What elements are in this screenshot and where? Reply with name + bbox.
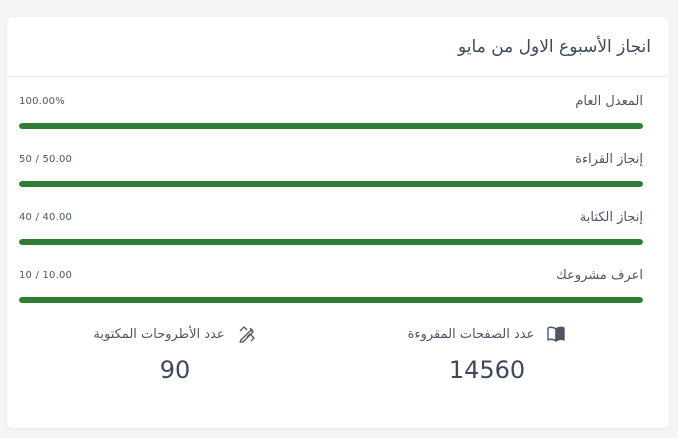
progress-bar	[19, 239, 643, 245]
metric-reading: 50 / 50.00 إنجاز القراءة	[19, 144, 643, 202]
stat-value: 90	[159, 356, 191, 384]
metric-value: 40 / 40.00	[19, 211, 73, 223]
stat-theses: عدد الأطروحات المكتوبة 90	[19, 318, 331, 384]
stat-value: 14560	[448, 356, 526, 384]
metric-value: 100.00%	[19, 95, 65, 107]
metrics-section: 100.00% المعدل العام 50 / 50.00 إنجاز ال…	[19, 86, 643, 318]
pencil-ruler-icon	[237, 324, 257, 344]
progress-bar	[19, 123, 643, 129]
open-book-icon	[546, 324, 566, 344]
progress-bar-fill	[19, 239, 643, 245]
stat-label: عدد الأطروحات المكتوبة	[93, 326, 225, 342]
metric-value: 10 / 10.00	[19, 269, 73, 281]
card-title: انجاز الأسبوع الاول من مايو	[458, 36, 651, 57]
stat-pages: عدد الصفحات المقروءة 14560	[331, 318, 643, 384]
progress-bar-fill	[19, 123, 643, 129]
progress-bar	[19, 297, 643, 303]
stats-row: عدد الأطروحات المكتوبة 90 عدد الصفحات ال…	[19, 318, 643, 384]
metric-label: إنجاز القراءة	[575, 151, 643, 167]
metric-label: المعدل العام	[575, 93, 643, 109]
metric-value: 50 / 50.00	[19, 153, 73, 165]
metric-label: اعرف مشروعك	[556, 267, 643, 283]
progress-bar-fill	[19, 181, 643, 187]
metric-overall: 100.00% المعدل العام	[19, 86, 643, 144]
progress-bar-fill	[19, 297, 643, 303]
metric-know-your-project: 10 / 10.00 اعرف مشروعك	[19, 260, 643, 318]
metric-label: إنجاز الكتابة	[579, 209, 643, 225]
stat-label: عدد الصفحات المقروءة	[407, 326, 535, 342]
metric-writing: 40 / 40.00 إنجاز الكتابة	[19, 202, 643, 260]
progress-bar	[19, 181, 643, 187]
card-header: انجاز الأسبوع الاول من مايو	[7, 17, 669, 77]
